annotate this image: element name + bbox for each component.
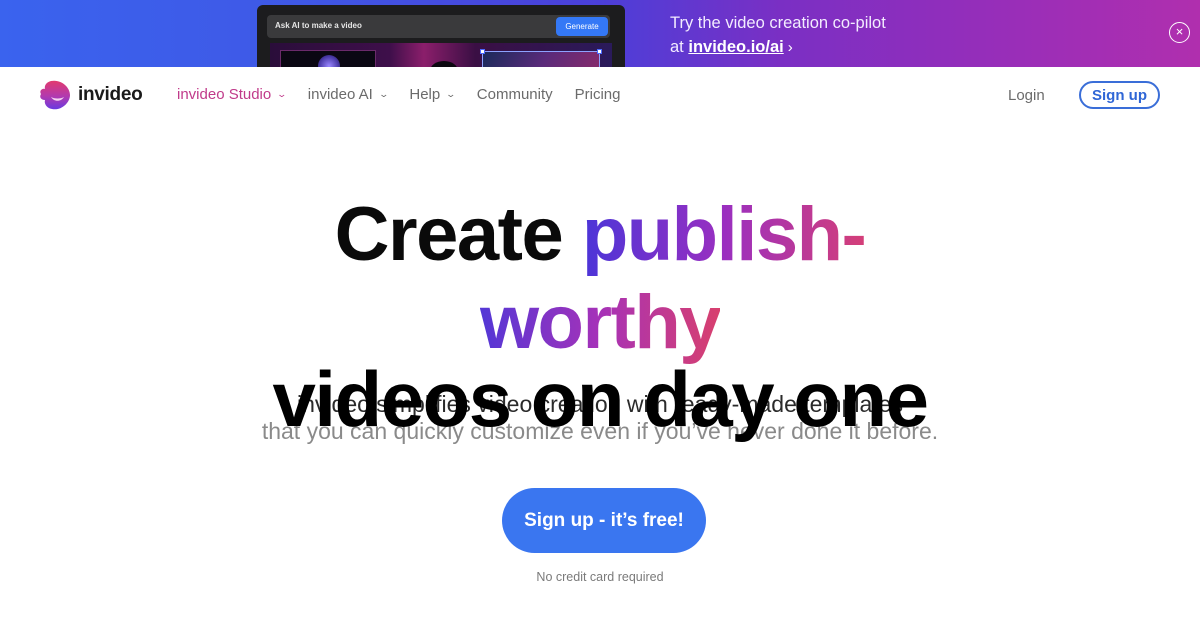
mock-prompt-placeholder: Ask AI to make a video (275, 21, 362, 30)
mock-clip-selected (480, 49, 602, 67)
mock-prompt-input: Ask AI to make a video Generate (267, 15, 610, 38)
brand-name: invideo (78, 84, 143, 105)
chevron-down-icon: ⌄ (378, 89, 389, 99)
banner-line2: at invideo.io/ai › (670, 35, 886, 60)
nav-item-pricing[interactable]: Pricing (575, 86, 621, 103)
mock-video-preview (270, 43, 612, 67)
signup-free-button[interactable]: Sign up - it’s free! (502, 488, 706, 553)
hero-title-line1: Create publish- (0, 197, 1200, 273)
nav-item-label: invideo Studio (177, 86, 272, 103)
nav-item-label: Pricing (574, 86, 621, 103)
hero-title-highlight-2: worthy (479, 280, 722, 365)
mock-generate-button: Generate (556, 17, 608, 36)
close-icon: × (1175, 24, 1184, 39)
chevron-right-icon[interactable]: › (788, 39, 793, 56)
nav-item-invideo-studio[interactable]: invideo Studio ⌄ (177, 86, 288, 103)
signup-button[interactable]: Sign up (1079, 81, 1160, 109)
hero-title-line2: worthy (0, 285, 1200, 361)
invideo-logo-icon (39, 79, 72, 111)
nav-item-label: invideo AI (307, 86, 373, 103)
banner-link[interactable]: invideo.io/ai (688, 38, 783, 56)
login-link[interactable]: Login (1008, 87, 1045, 104)
chevron-down-icon: ⌄ (445, 89, 457, 99)
chevron-down-icon: ⌄ (276, 89, 288, 99)
close-banner-button[interactable]: × (1169, 22, 1190, 43)
banner-line1: Try the video creation co-pilot (670, 14, 886, 32)
navbar: invideo invideo Studio ⌄ invideo AI ⌄ He… (0, 67, 1200, 123)
promo-banner: Ask AI to make a video Generate Try the … (0, 0, 1200, 67)
selection-handle (597, 49, 602, 54)
banner-prefix: at (670, 38, 689, 56)
nav-menu: invideo Studio ⌄ invideo AI ⌄ Help ⌄ Com… (177, 86, 643, 103)
banner-message: Try the video creation co-pilot at invid… (670, 11, 886, 60)
nav-item-help[interactable]: Help ⌄ (409, 86, 457, 103)
selection-handle (480, 49, 485, 54)
hero-title-highlight: publish- (581, 192, 867, 277)
hero-title-create: Create (334, 192, 582, 277)
no-credit-card-note: No credit card required (536, 570, 664, 584)
nav-item-label: Community (476, 86, 553, 103)
hero-title-line3: videos on day one (272, 355, 929, 443)
ai-editor-preview-image: Ask AI to make a video Generate (257, 5, 625, 67)
nav-item-invideo-ai[interactable]: invideo AI ⌄ (307, 86, 389, 103)
brand-logo[interactable]: invideo (39, 79, 143, 111)
nav-item-community[interactable]: Community (477, 86, 553, 103)
nav-item-label: Help (409, 86, 441, 103)
